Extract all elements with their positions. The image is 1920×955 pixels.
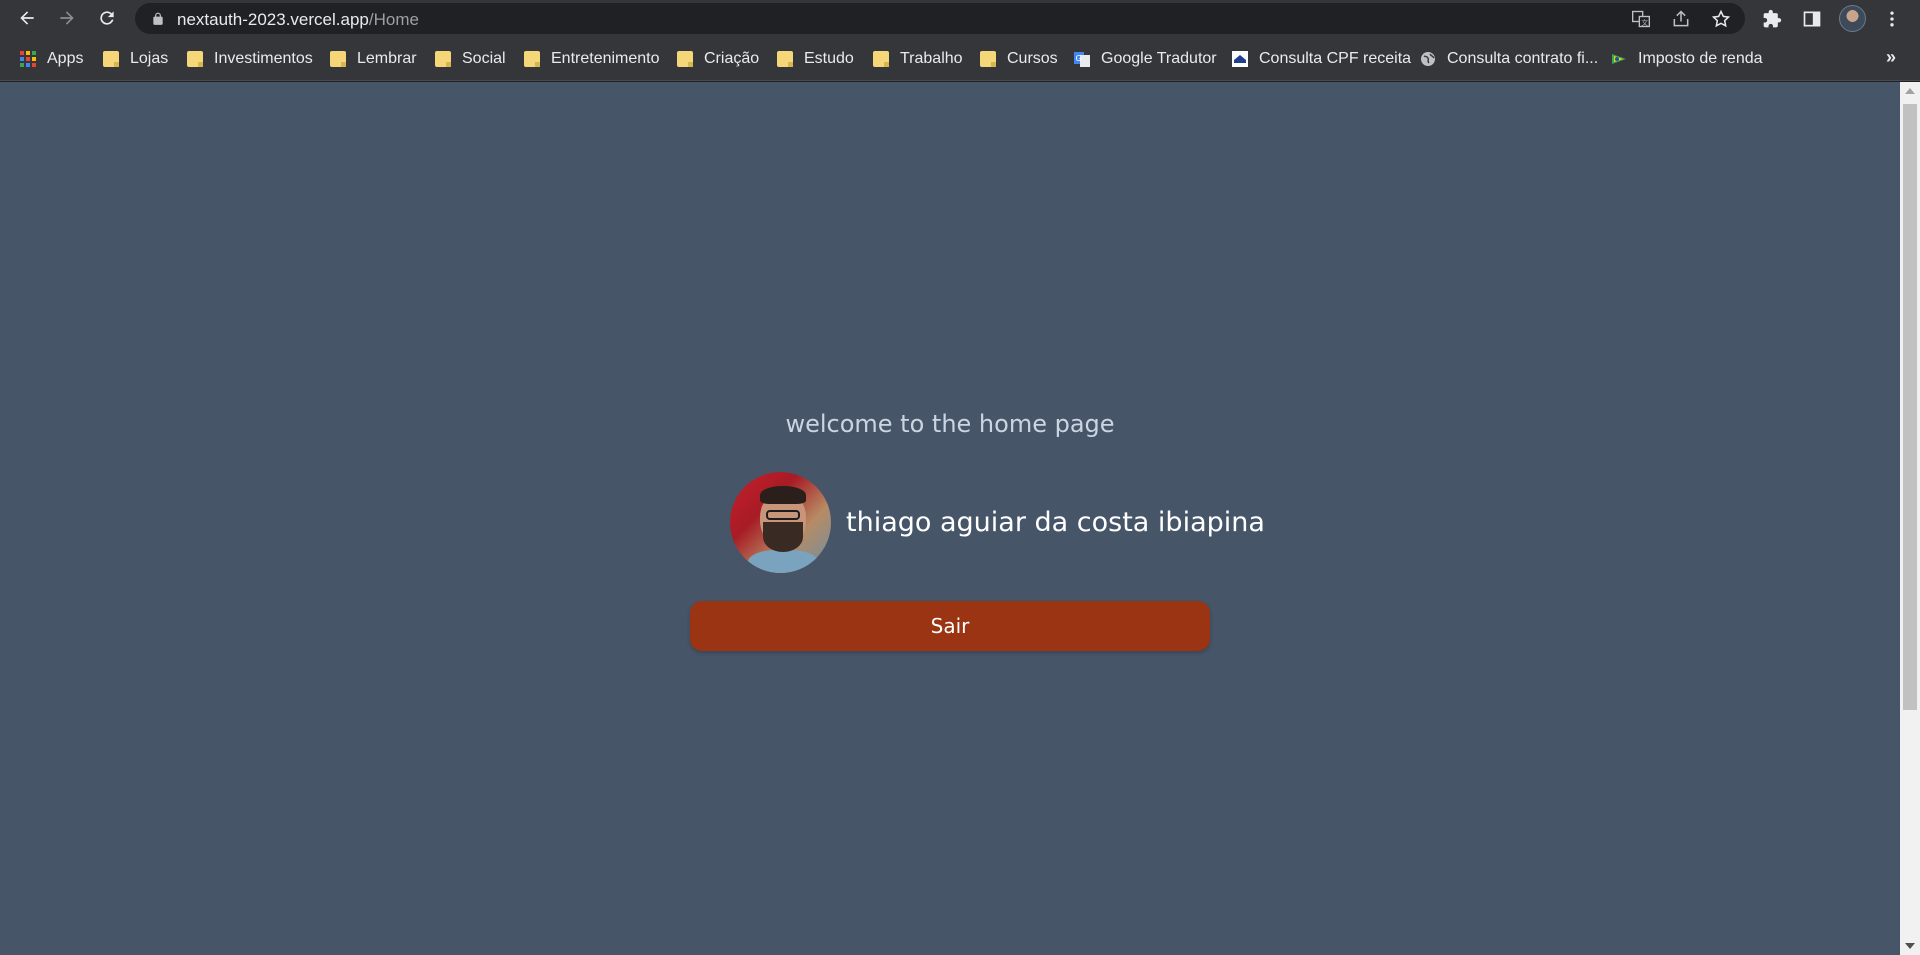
browser-toolbar: nextauth-2023.vercel.app/Home 文 bbox=[0, 0, 1920, 37]
extensions-button[interactable] bbox=[1760, 7, 1784, 31]
bookmark-star-button[interactable] bbox=[1710, 8, 1732, 30]
url-path: /Home bbox=[368, 10, 419, 29]
bookmark-lojas[interactable]: Lojas bbox=[103, 48, 168, 70]
folder-icon bbox=[873, 51, 889, 67]
folder-icon bbox=[677, 51, 693, 67]
bookmark-consulta-contrato[interactable]: Consulta contrato fi... bbox=[1420, 48, 1598, 70]
bookmark-label: Consulta CPF receita bbox=[1259, 50, 1412, 67]
translate-page-button[interactable]: 文 bbox=[1630, 8, 1652, 30]
svg-text:文: 文 bbox=[1641, 18, 1648, 27]
svg-text:G: G bbox=[1076, 54, 1082, 63]
bookmark-label: Estudo bbox=[804, 50, 854, 67]
bookmark-social[interactable]: Social bbox=[435, 48, 506, 70]
user-name: thiago aguiar da costa ibiapina bbox=[846, 507, 1265, 538]
url-host: nextauth-2023.vercel.app bbox=[177, 10, 369, 29]
translate-icon: 文 bbox=[1632, 10, 1650, 28]
bookmark-label: Imposto de renda bbox=[1638, 50, 1763, 67]
globe-icon bbox=[1421, 52, 1435, 66]
browser-menu-button[interactable] bbox=[1880, 7, 1904, 31]
bookmark-label: Social bbox=[462, 50, 506, 67]
bookmark-label: Consulta contrato fi... bbox=[1447, 50, 1599, 67]
apps-grid-icon bbox=[20, 51, 36, 67]
bookmark-trabalho[interactable]: Trabalho bbox=[873, 48, 963, 70]
bookmark-label: Trabalho bbox=[900, 50, 963, 67]
folder-icon bbox=[777, 51, 793, 67]
folder-icon bbox=[524, 51, 540, 67]
bookmarks-overflow-button[interactable]: » bbox=[1886, 47, 1896, 68]
receita-icon bbox=[1232, 51, 1248, 67]
url-text: nextauth-2023.vercel.app/Home bbox=[177, 10, 419, 30]
scroll-down-arrow-icon[interactable] bbox=[1905, 943, 1915, 949]
address-bar[interactable]: nextauth-2023.vercel.app/Home 文 bbox=[135, 3, 1745, 34]
page-content: welcome to the home page thiago aguiar d… bbox=[0, 82, 1900, 955]
brazil-flag-icon bbox=[1612, 54, 1626, 64]
folder-icon bbox=[103, 51, 119, 67]
lock-icon bbox=[153, 12, 163, 25]
bookmark-investimentos[interactable]: Investimentos bbox=[187, 48, 313, 70]
google-translate-icon: G bbox=[1074, 52, 1090, 67]
bookmark-cursos[interactable]: Cursos bbox=[980, 48, 1058, 70]
scroll-thumb[interactable] bbox=[1903, 104, 1917, 710]
bookmark-google-tradutor[interactable]: G Google Tradutor bbox=[1074, 48, 1217, 70]
bookmark-label: Investimentos bbox=[214, 50, 313, 67]
puzzle-icon bbox=[1763, 9, 1782, 28]
bookmark-label: Lembrar bbox=[357, 50, 417, 67]
side-panel-button[interactable] bbox=[1800, 7, 1824, 31]
share-button[interactable] bbox=[1670, 8, 1692, 30]
back-button[interactable] bbox=[10, 1, 44, 35]
profile-avatar-icon[interactable] bbox=[1839, 5, 1866, 32]
bookmark-label: Criação bbox=[704, 50, 760, 67]
bookmark-consulta-cpf[interactable]: Consulta CPF receita bbox=[1232, 48, 1411, 70]
bookmark-entretenimento[interactable]: Entretenimento bbox=[524, 48, 660, 70]
bookmark-label: Entretenimento bbox=[551, 50, 660, 67]
kebab-menu-icon bbox=[1890, 11, 1894, 27]
folder-icon bbox=[980, 51, 996, 67]
reload-icon bbox=[100, 11, 114, 25]
user-profile: thiago aguiar da costa ibiapina bbox=[730, 472, 1265, 573]
bookmark-label: Lojas bbox=[130, 50, 169, 67]
bookmark-label: Cursos bbox=[1007, 50, 1058, 67]
star-icon bbox=[1711, 9, 1731, 28]
share-icon bbox=[1673, 10, 1689, 27]
bookmarks-bar: Apps Lojas Investimentos Lembrar Social … bbox=[0, 37, 1920, 81]
welcome-heading: welcome to the home page bbox=[785, 410, 1115, 438]
bookmark-criacao[interactable]: Criação bbox=[677, 48, 759, 70]
logout-button[interactable]: Sair bbox=[690, 601, 1210, 651]
bookmark-label: Google Tradutor bbox=[1101, 50, 1217, 67]
forward-arrow-icon bbox=[60, 11, 74, 25]
bookmark-estudo[interactable]: Estudo bbox=[777, 48, 854, 70]
bookmark-label: Apps bbox=[47, 50, 84, 67]
folder-icon bbox=[435, 51, 451, 67]
bookmark-lembrar[interactable]: Lembrar bbox=[330, 48, 417, 70]
bookmark-apps[interactable]: Apps bbox=[20, 48, 83, 70]
scroll-up-arrow-icon[interactable] bbox=[1905, 88, 1915, 94]
forward-button[interactable] bbox=[50, 1, 84, 35]
folder-icon bbox=[187, 51, 203, 67]
back-arrow-icon bbox=[20, 11, 34, 25]
reload-button[interactable] bbox=[90, 1, 124, 35]
user-avatar bbox=[730, 472, 831, 573]
folder-icon bbox=[330, 51, 346, 67]
page-scrollbar[interactable] bbox=[1900, 82, 1920, 955]
side-panel-icon bbox=[1803, 11, 1821, 27]
bookmark-imposto-de-renda[interactable]: Imposto de renda bbox=[1611, 48, 1763, 70]
